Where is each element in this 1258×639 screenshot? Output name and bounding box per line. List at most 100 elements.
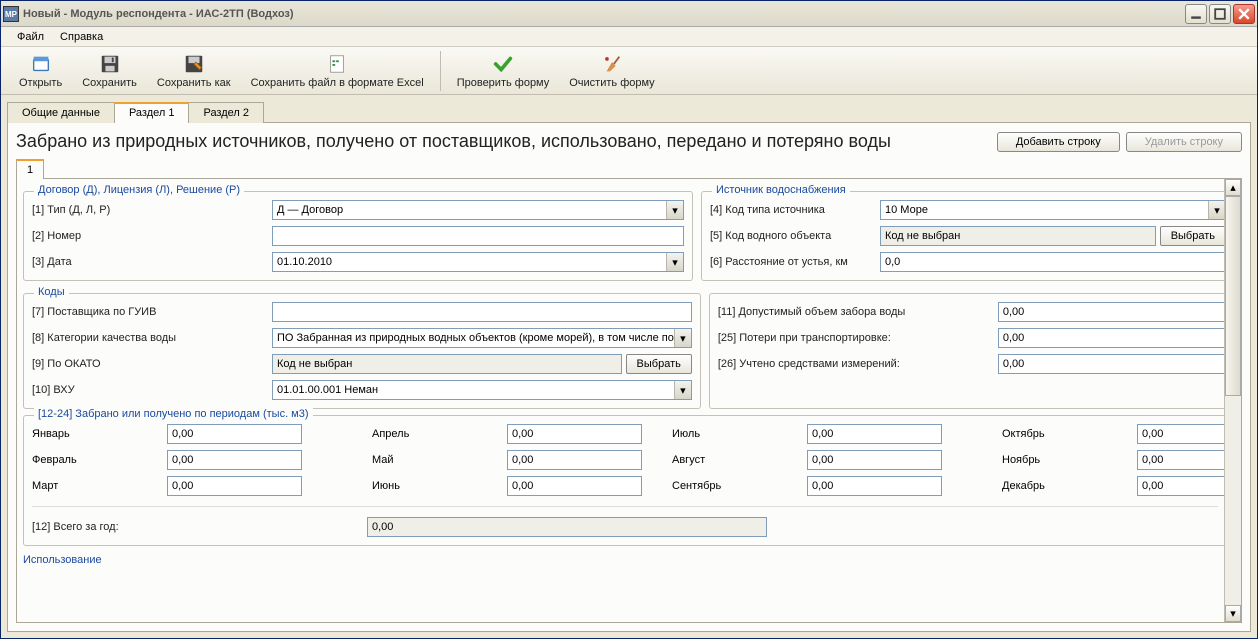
type-label: [1] Тип (Д, Л, Р) xyxy=(32,204,272,216)
src-type-select[interactable]: 10 Море ▾ xyxy=(880,200,1226,220)
okato-select-button[interactable]: Выбрать xyxy=(626,354,692,374)
meas-input[interactable] xyxy=(998,354,1226,374)
loss-label: [25] Потери при транспортировке: xyxy=(718,332,998,344)
scroll-up-button[interactable]: ▴ xyxy=(1225,179,1241,196)
month-jun-label: Июнь xyxy=(372,480,507,492)
total-input xyxy=(367,517,767,537)
group-source-legend: Источник водоснабжения xyxy=(712,184,850,196)
section-title: Забрано из природных источников, получен… xyxy=(16,131,991,152)
delete-row-button[interactable]: Удалить строку xyxy=(1126,132,1242,152)
obj-code-label: [5] Код водного объекта xyxy=(710,230,880,242)
excel-icon xyxy=(326,53,348,75)
month-apr-label: Апрель xyxy=(372,428,507,440)
month-may-label: Май xyxy=(372,454,507,466)
maximize-button[interactable] xyxy=(1209,4,1231,24)
month-aug-label: Август xyxy=(672,454,807,466)
chevron-down-icon: ▾ xyxy=(666,253,683,271)
group-contract-legend: Договор (Д), Лицензия (Л), Решение (Р) xyxy=(34,184,244,196)
month-oct-label: Октябрь xyxy=(1002,428,1137,440)
supplier-label: [7] Поставщика по ГУИВ xyxy=(32,306,272,318)
loss-input[interactable] xyxy=(998,328,1226,348)
vol-input[interactable] xyxy=(998,302,1226,322)
quality-label: [8] Категории качества воды xyxy=(32,332,272,344)
content-panel: Забрано из природных источников, получен… xyxy=(7,123,1251,632)
supplier-input[interactable] xyxy=(272,302,692,322)
titlebar: MP Новый - Модуль респондента - ИАС-2ТП … xyxy=(1,1,1257,27)
type-select[interactable]: Д — Договор ▾ xyxy=(272,200,684,220)
month-mar-input[interactable] xyxy=(167,476,302,496)
chevron-down-icon: ▾ xyxy=(674,381,691,399)
month-may-input[interactable] xyxy=(507,450,642,470)
group-limits: [11] Допустимый объем забора воды [25] П… xyxy=(709,293,1235,409)
okato-input xyxy=(272,354,622,374)
window-title: Новый - Модуль респондента - ИАС-2ТП (Во… xyxy=(23,8,1185,20)
broom-icon xyxy=(601,53,623,75)
clear-form-button[interactable]: Очистить форму xyxy=(559,51,664,91)
form-body: Договор (Д), Лицензия (Л), Решение (Р) [… xyxy=(16,179,1242,623)
dist-label: [6] Расстояние от устья, км xyxy=(710,256,880,268)
save-excel-button[interactable]: Сохранить файл в формате Excel xyxy=(241,51,434,91)
month-sep-input[interactable] xyxy=(807,476,942,496)
app-icon: MP xyxy=(3,6,19,22)
month-feb-input[interactable] xyxy=(167,450,302,470)
months-grid: Январь Апрель Июль Октябрь Февраль Май xyxy=(32,424,1218,496)
month-jan-input[interactable] xyxy=(167,424,302,444)
month-mar-label: Март xyxy=(32,480,167,492)
obj-code-select-button[interactable]: Выбрать xyxy=(1160,226,1226,246)
month-aug-input[interactable] xyxy=(807,450,942,470)
month-jul-input[interactable] xyxy=(807,424,942,444)
menu-file[interactable]: Файл xyxy=(9,29,52,45)
scroll-thumb[interactable] xyxy=(1225,196,1241,396)
quality-select[interactable]: ПО Забранная из природных водных объекто… xyxy=(272,328,692,348)
save-as-button[interactable]: Сохранить как xyxy=(147,51,241,91)
tab-section2[interactable]: Раздел 2 xyxy=(188,102,264,123)
minimize-button[interactable] xyxy=(1185,4,1207,24)
vhu-select[interactable]: 01.01.00.001 Неман ▾ xyxy=(272,380,692,400)
open-button[interactable]: Открыть xyxy=(9,51,72,91)
group-source: Источник водоснабжения [4] Код типа исто… xyxy=(701,191,1235,281)
menubar: Файл Справка xyxy=(1,27,1257,47)
month-feb-label: Февраль xyxy=(32,454,167,466)
save-button[interactable]: Сохранить xyxy=(72,51,147,91)
tab-section1[interactable]: Раздел 1 xyxy=(114,102,190,123)
app-window: MP Новый - Модуль респондента - ИАС-2ТП … xyxy=(0,0,1258,639)
tab-general[interactable]: Общие данные xyxy=(7,102,115,123)
save-as-icon xyxy=(183,53,205,75)
group-codes: Коды [7] Поставщика по ГУИВ [8] Категори… xyxy=(23,293,701,409)
date-select[interactable]: 01.10.2010 ▾ xyxy=(272,252,684,272)
month-jan-label: Январь xyxy=(32,428,167,440)
total-label: [12] Всего за год: xyxy=(32,521,367,533)
number-label: [2] Номер xyxy=(32,230,272,242)
number-input[interactable] xyxy=(272,226,684,246)
month-sep-label: Сентябрь xyxy=(672,480,807,492)
usage-section-label: Использование xyxy=(23,554,1235,566)
date-label: [3] Дата xyxy=(32,256,272,268)
open-icon xyxy=(30,53,52,75)
check-icon xyxy=(492,53,514,75)
close-button[interactable] xyxy=(1233,4,1255,24)
scroll-down-button[interactable]: ▾ xyxy=(1225,605,1241,622)
group-periods-legend: [12-24] Забрано или получено по периодам… xyxy=(34,408,313,420)
toolbar: Открыть Сохранить Сохранить как Сохранит… xyxy=(1,47,1257,95)
chevron-down-icon: ▾ xyxy=(1208,201,1225,219)
dist-input[interactable] xyxy=(880,252,1226,272)
group-contract: Договор (Д), Лицензия (Л), Решение (Р) [… xyxy=(23,191,693,281)
month-jul-label: Июль xyxy=(672,428,807,440)
add-row-button[interactable]: Добавить строку xyxy=(997,132,1120,152)
vertical-scrollbar[interactable]: ▴ ▾ xyxy=(1224,179,1241,622)
menu-help[interactable]: Справка xyxy=(52,29,111,45)
month-nov-label: Ноябрь xyxy=(1002,454,1137,466)
month-apr-input[interactable] xyxy=(507,424,642,444)
vol-label: [11] Допустимый объем забора воды xyxy=(718,306,998,318)
check-form-button[interactable]: Проверить форму xyxy=(447,51,560,91)
chevron-down-icon: ▾ xyxy=(666,201,683,219)
meas-label: [26] Учтено средствами измерений: xyxy=(718,358,998,370)
okato-label: [9] По ОКАТО xyxy=(32,358,272,370)
month-jun-input[interactable] xyxy=(507,476,642,496)
inner-tab-1[interactable]: 1 xyxy=(16,159,44,179)
group-codes-legend: Коды xyxy=(34,286,69,298)
src-type-label: [4] Код типа источника xyxy=(710,204,880,216)
obj-code-input xyxy=(880,226,1156,246)
group-periods: [12-24] Забрано или получено по периодам… xyxy=(23,415,1227,546)
save-icon xyxy=(99,53,121,75)
